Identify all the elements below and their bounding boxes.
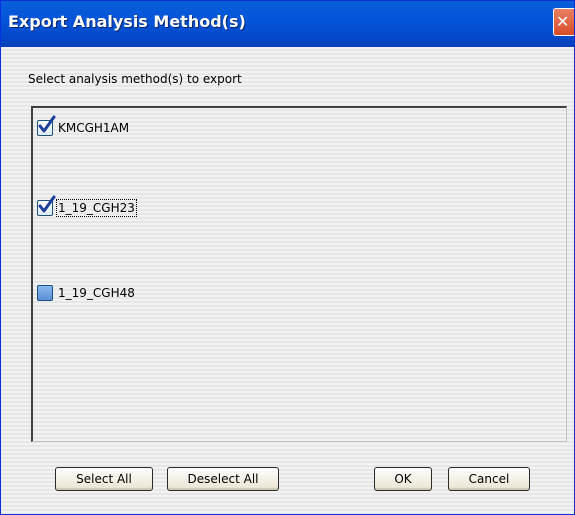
ok-button[interactable]: OK bbox=[374, 467, 432, 491]
method-label: 1_19_CGH23 bbox=[56, 199, 137, 217]
method-checkbox[interactable] bbox=[37, 115, 56, 136]
method-list: KMCGH1AM 1_19_CGH23 1_19_CGH48 bbox=[31, 106, 567, 442]
method-checkbox[interactable] bbox=[37, 285, 53, 301]
window-title: Export Analysis Method(s) bbox=[8, 12, 246, 31]
title-bar[interactable]: Export Analysis Method(s) ✕ bbox=[1, 1, 574, 47]
method-checkbox[interactable] bbox=[37, 195, 56, 216]
deselect-all-button[interactable]: Deselect All bbox=[167, 467, 279, 491]
instruction-text: Select analysis method(s) to export bbox=[28, 72, 242, 86]
method-label: 1_19_CGH48 bbox=[58, 286, 135, 300]
checkmark-icon bbox=[38, 195, 56, 213]
close-button[interactable]: ✕ bbox=[553, 8, 574, 36]
checkmark-icon bbox=[38, 115, 56, 133]
close-icon: ✕ bbox=[556, 12, 570, 31]
method-label: KMCGH1AM bbox=[58, 121, 130, 135]
export-dialog: Export Analysis Method(s) ✕ Select analy… bbox=[0, 0, 575, 515]
select-all-button[interactable]: Select All bbox=[55, 467, 153, 491]
cancel-button[interactable]: Cancel bbox=[448, 467, 530, 491]
